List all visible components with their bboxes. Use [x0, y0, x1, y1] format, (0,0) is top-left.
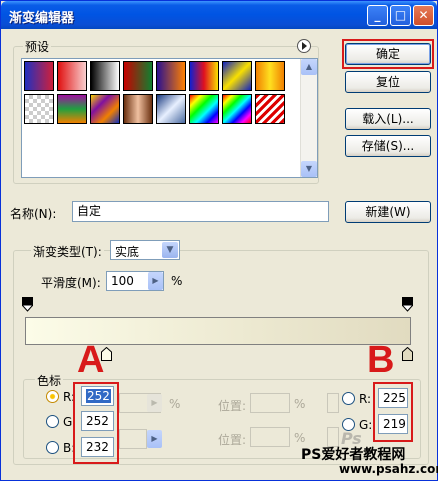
color-stop-label: 色标: [35, 372, 64, 389]
location-label-1: 位置:: [218, 399, 247, 413]
close-button[interactable]: ✕: [413, 5, 434, 26]
gradient-type-value: 实底: [115, 245, 140, 259]
annotation-box-b: [373, 382, 413, 442]
smoothness-value: 100: [111, 274, 134, 288]
load-button[interactable]: 载入(L)...: [345, 108, 431, 130]
swatch-scrollbar[interactable]: ▲ ▼: [300, 59, 317, 177]
radio-g-left[interactable]: [46, 415, 59, 428]
maximize-button[interactable]: □: [390, 5, 411, 26]
color-stop-right-icon[interactable]: [402, 347, 413, 361]
save-button[interactable]: 存储(S)...: [345, 135, 431, 157]
preset-swatch-black-white[interactable]: [90, 61, 120, 91]
minimize-button[interactable]: _: [367, 5, 388, 26]
preset-swatch-panel: ▲ ▼: [21, 58, 318, 178]
r-label-right: R:: [359, 392, 372, 406]
preset-swatch-violet-orange[interactable]: [156, 61, 186, 91]
preset-swatch-orange-yellow-orange[interactable]: [255, 61, 285, 91]
preset-swatch-blue-yellow-blue[interactable]: [222, 61, 252, 91]
radio-r-left[interactable]: [46, 390, 59, 403]
opacity-stop-left-icon[interactable]: [22, 297, 33, 312]
watermark-site-name: PS爱好者教程网: [301, 447, 406, 463]
gradient-type-select[interactable]: 实底 ▼: [110, 240, 180, 260]
preset-swatch-copper[interactable]: [123, 94, 153, 124]
opacity-stop-right-icon[interactable]: [402, 297, 413, 312]
annotation-letter-b: B: [367, 339, 395, 381]
preset-swatch-spectrum[interactable]: [189, 94, 219, 124]
gradient-editor-window: 渐变编辑器 _ □ ✕ 预设 ▲ ▼ 确定 复位 载入(L)... 存储(S).…: [0, 0, 438, 481]
annotation-letter-a: A: [77, 339, 105, 381]
smoothness-stepper-icon[interactable]: ▶: [148, 272, 163, 290]
preset-swatch-transparent-rainbow[interactable]: [222, 94, 252, 124]
opacity-unit: %: [169, 397, 181, 411]
smoothness-unit: %: [171, 274, 183, 288]
opacity-stepper-icon: ▶: [147, 394, 162, 412]
location-unit-2: %: [294, 431, 306, 445]
location-input-1: [250, 393, 290, 413]
radio-b-left[interactable]: [46, 441, 59, 454]
preset-swatch-blue-red-yellow[interactable]: [189, 61, 219, 91]
presets-label: 预设: [23, 38, 52, 55]
name-input[interactable]: 自定: [72, 201, 329, 222]
preset-swatch-yellow-violet-orange-blue[interactable]: [90, 94, 120, 124]
color-swatch-box: [119, 429, 147, 449]
new-button[interactable]: 新建(W): [345, 201, 431, 223]
reset-button[interactable]: 复位: [345, 71, 431, 93]
location-label-2: 位置:: [218, 433, 247, 447]
ok-button[interactable]: 确定: [345, 43, 431, 65]
color-picker-arrow-icon[interactable]: ▶: [147, 430, 162, 448]
watermark-site-url: www.psahz.com: [339, 462, 438, 476]
preset-swatch-red-transparent[interactable]: [57, 61, 87, 91]
chevron-down-icon[interactable]: ▼: [162, 242, 178, 258]
gradient-type-label: 渐变类型(T):: [31, 243, 104, 260]
annotation-box-a: [73, 382, 119, 464]
preset-swatch-chrome[interactable]: [156, 94, 186, 124]
window-title: 渐变编辑器: [9, 11, 75, 26]
preset-swatch-red-green[interactable]: [123, 61, 153, 91]
scroll-down-icon[interactable]: ▼: [301, 161, 317, 177]
preset-swatch-checker-transparent[interactable]: [24, 94, 54, 124]
title-bar[interactable]: 渐变编辑器 _ □ ✕: [1, 1, 437, 29]
name-label: 名称(N):: [10, 207, 57, 221]
preset-swatch-blue-red[interactable]: [24, 61, 54, 91]
delete-button-left-edge: [327, 393, 339, 413]
presets-menu-icon[interactable]: [297, 39, 311, 53]
preset-swatch-transparent-stripes[interactable]: [255, 94, 285, 124]
location-input-2: [250, 427, 290, 447]
smoothness-label: 平滑度(M):: [41, 276, 101, 290]
preset-swatch-violet-green-orange[interactable]: [57, 94, 87, 124]
location-unit-1: %: [294, 397, 306, 411]
scroll-up-icon[interactable]: ▲: [301, 59, 317, 75]
radio-r-right[interactable]: [342, 392, 355, 405]
